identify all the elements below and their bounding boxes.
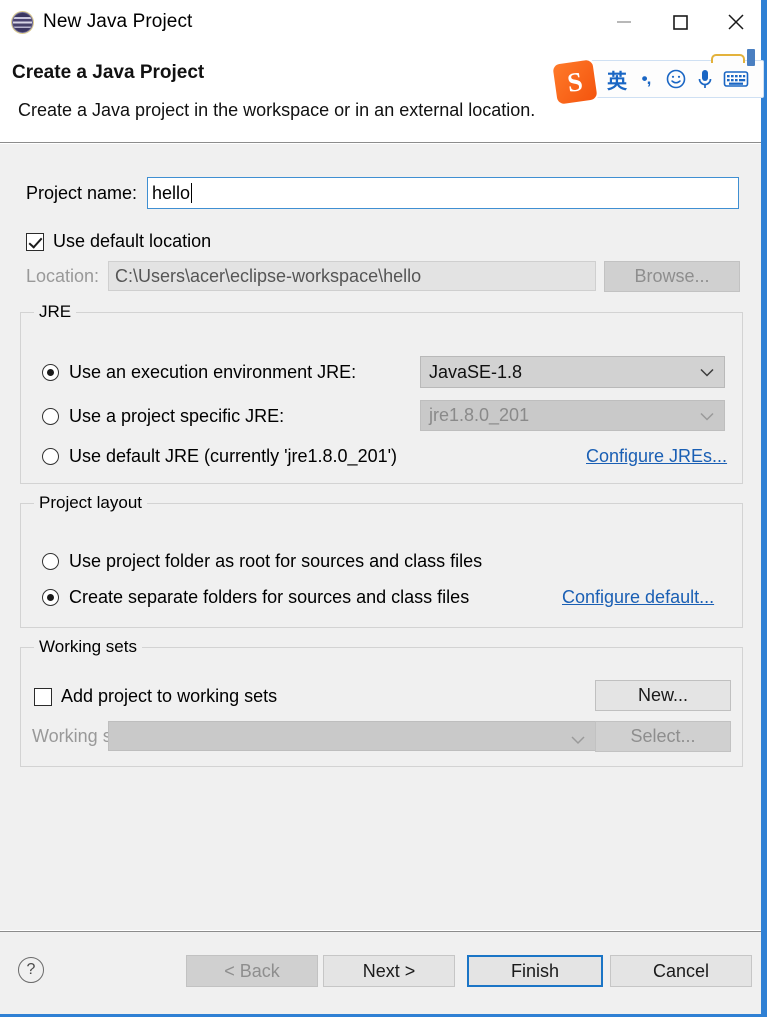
radio-default-jre-label: Use default JRE (currently 'jre1.8.0_201…: [69, 446, 398, 466]
new-java-project-dialog: New Java Project Create a Java Project C…: [0, 0, 767, 1017]
ime-language-mode-icon[interactable]: 英: [603, 65, 631, 94]
configure-jres-link[interactable]: Configure JREs...: [586, 446, 727, 467]
ime-collapse-handle[interactable]: [711, 54, 745, 63]
radio-execution-environment-jre-label: Use an execution environment JRE:: [69, 362, 357, 382]
ime-drag-handle[interactable]: [747, 49, 755, 66]
select-working-set-button[interactable]: Select...: [595, 721, 731, 752]
ime-microphone-icon[interactable]: [691, 68, 719, 90]
page-description: Create a Java project in the workspace o…: [18, 100, 536, 120]
working-sets-group-legend: Working sets: [34, 637, 142, 657]
ime-punctuation-icon[interactable]: •,: [631, 69, 661, 89]
new-working-set-button[interactable]: New...: [595, 680, 731, 711]
radio-button-icon: [42, 589, 59, 606]
next-button[interactable]: Next >: [323, 955, 455, 987]
ime-emoji-icon[interactable]: [661, 68, 691, 90]
window-title: New Java Project: [43, 11, 193, 32]
project-layout-group-legend: Project layout: [34, 493, 147, 513]
use-default-location-label: Use default location: [53, 231, 212, 251]
radio-button-icon: [42, 553, 59, 570]
location-label: Location:: [26, 266, 100, 286]
radio-button-icon: [42, 408, 59, 425]
page-title: Create a Java Project: [12, 62, 205, 83]
location-input[interactable]: C:\Users\acer\eclipse-workspace\hello: [108, 261, 596, 291]
radio-button-icon: [42, 448, 59, 465]
help-icon[interactable]: ?: [18, 957, 44, 983]
chevron-down-icon: [571, 732, 585, 750]
checkbox-box-icon: [34, 687, 52, 706]
project-name-label: Project name:: [26, 183, 138, 203]
cancel-button[interactable]: Cancel: [610, 955, 752, 987]
maximize-icon[interactable]: [652, 0, 708, 44]
chevron-down-icon: [700, 362, 714, 383]
radio-project-specific-jre[interactable]: Use a project specific JRE:: [42, 406, 284, 427]
sogou-logo-icon[interactable]: S: [552, 59, 598, 105]
radio-project-specific-jre-label: Use a project specific JRE:: [69, 406, 285, 426]
window-controls: [596, 0, 764, 44]
jre-group-legend: JRE: [34, 302, 77, 322]
radio-project-folder-root-label: Use project folder as root for sources a…: [69, 551, 483, 571]
chevron-down-icon: [700, 405, 714, 426]
radio-execution-environment-jre[interactable]: Use an execution environment JRE:: [42, 362, 356, 383]
checkbox-box-icon: [26, 232, 44, 251]
radio-default-jre[interactable]: Use default JRE (currently 'jre1.8.0_201…: [42, 446, 397, 467]
ime-toolbar[interactable]: S 英 •,: [552, 49, 764, 105]
text-caret: [191, 183, 193, 203]
radio-separate-folders-label: Create separate folders for sources and …: [69, 587, 470, 607]
radio-separate-folders[interactable]: Create separate folders for sources and …: [42, 587, 469, 608]
browse-button[interactable]: Browse...: [604, 261, 740, 292]
project-specific-jre-combo[interactable]: jre1.8.0_201: [420, 400, 725, 431]
radio-button-icon: [42, 364, 59, 381]
working-sets-combo[interactable]: [108, 721, 596, 751]
title-bar: New Java Project: [0, 0, 764, 44]
execution-environment-value: JavaSE-1.8: [429, 361, 523, 382]
radio-project-folder-root[interactable]: Use project folder as root for sources a…: [42, 551, 482, 572]
finish-button[interactable]: Finish: [467, 955, 603, 987]
ime-keyboard-icon[interactable]: [719, 69, 753, 89]
execution-environment-combo[interactable]: JavaSE-1.8: [420, 356, 725, 388]
minimize-icon[interactable]: [596, 0, 652, 44]
close-icon[interactable]: [708, 0, 764, 44]
back-button[interactable]: < Back: [186, 955, 318, 987]
window-right-border: [761, 0, 764, 1014]
project-name-value: hello: [152, 182, 191, 203]
use-default-location-checkbox[interactable]: Use default location: [26, 231, 211, 252]
add-to-working-sets-label: Add project to working sets: [61, 686, 278, 706]
configure-default-link[interactable]: Configure default...: [562, 587, 714, 608]
add-to-working-sets-checkbox[interactable]: Add project to working sets: [34, 686, 277, 707]
eclipse-globe-icon: [11, 11, 34, 34]
project-name-input[interactable]: hello: [147, 177, 739, 209]
project-specific-jre-value: jre1.8.0_201: [429, 405, 530, 425]
